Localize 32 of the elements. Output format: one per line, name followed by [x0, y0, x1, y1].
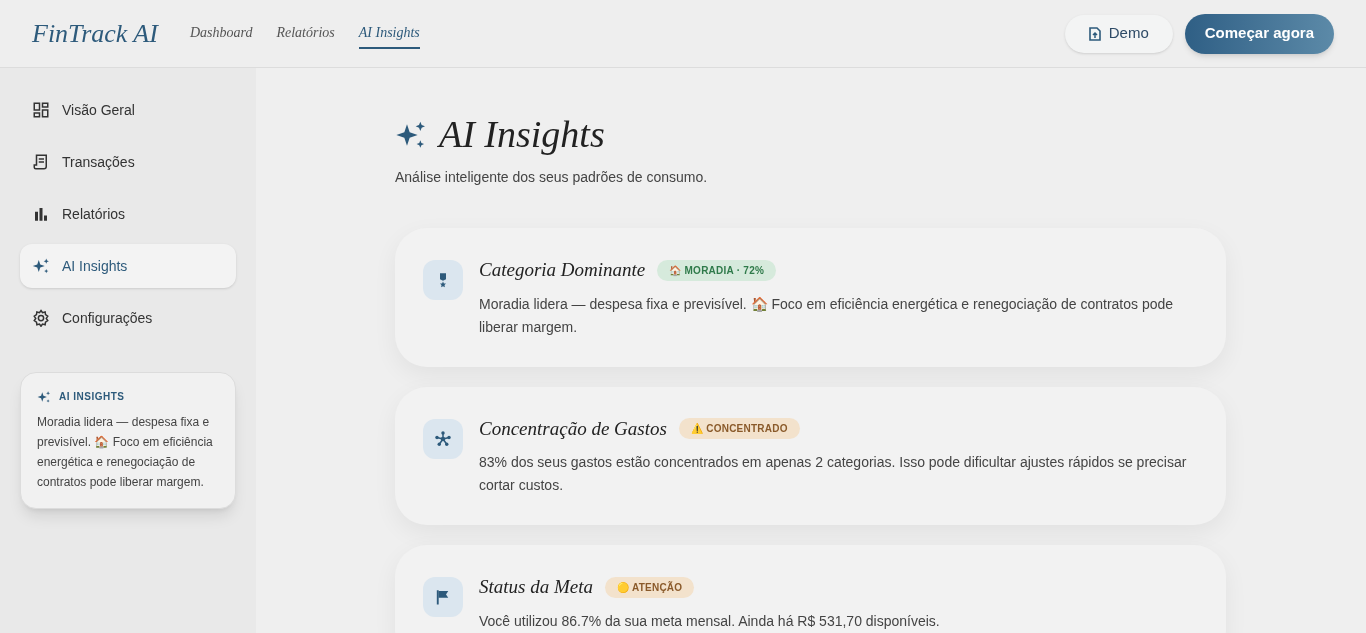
sparkle-icon: [32, 257, 50, 275]
insight-card-title: AI INSIGHTS: [59, 390, 125, 404]
grid-icon: [32, 101, 50, 119]
logo-text: FinTrack AI: [32, 18, 158, 50]
status-badge: 🟡 ATENÇÃO: [605, 576, 695, 598]
card-text: Você utilizou 86.7% da sua meta mensal. Ainda há R$ 531,70 disponíveis.: [479, 611, 941, 631]
demo-button[interactable]: Demo: [1064, 14, 1173, 53]
nav-link[interactable]: AI Insights: [358, 22, 420, 49]
nav-link[interactable]: Relatórios: [276, 22, 335, 49]
sidebar-item[interactable]: AI Insights: [20, 244, 236, 288]
sidebar-item[interactable]: Transações: [20, 140, 236, 184]
network-icon: [434, 429, 452, 448]
document-icon: [1088, 26, 1101, 41]
nav-link[interactable]: Dashboard: [189, 22, 253, 49]
status-badge: 🏠 MORADIA · 72%: [657, 259, 777, 281]
card-text: Moradia lidera — despesa fixa e previsível. 🏠 Foco em eficiência energética e renegociação de contratos pode liberar margem.: [479, 294, 1175, 337]
card-title: Concentração de Gastos: [479, 416, 667, 441]
card-title: Status da Meta: [479, 575, 593, 599]
sidebar-item[interactable]: Relatórios: [20, 192, 236, 236]
card-title: Categoria Dominante: [479, 258, 646, 282]
bar-chart-icon: [32, 205, 50, 223]
sidebar-item[interactable]: Visão Geral: [20, 88, 236, 132]
status-badge: ⚠ CONCENTRADO: [678, 418, 800, 440]
page-subtitle: Análise inteligente dos seus padrões de consumo.: [395, 168, 709, 187]
receipt-icon: [32, 153, 50, 171]
sparkle-icon: [37, 389, 51, 404]
start-now-button[interactable]: Começar agora: [1184, 13, 1334, 54]
settings-icon: [32, 309, 50, 327]
card-text: 83% dos seus gastos estão concentrados em apenas 2 categorias. Isso pode dificultar ajustes rápidos se precisar cortar custos.: [479, 453, 1188, 495]
sidebar-item[interactable]: Configurações: [20, 296, 236, 340]
page-title: AI Insights: [439, 112, 605, 157]
insight-card-text: Moradia lidera — despesa fixa e previsível. 🏠 Foco em eficiência energética e renegociação de contratos pode liberar margem.: [37, 414, 214, 491]
